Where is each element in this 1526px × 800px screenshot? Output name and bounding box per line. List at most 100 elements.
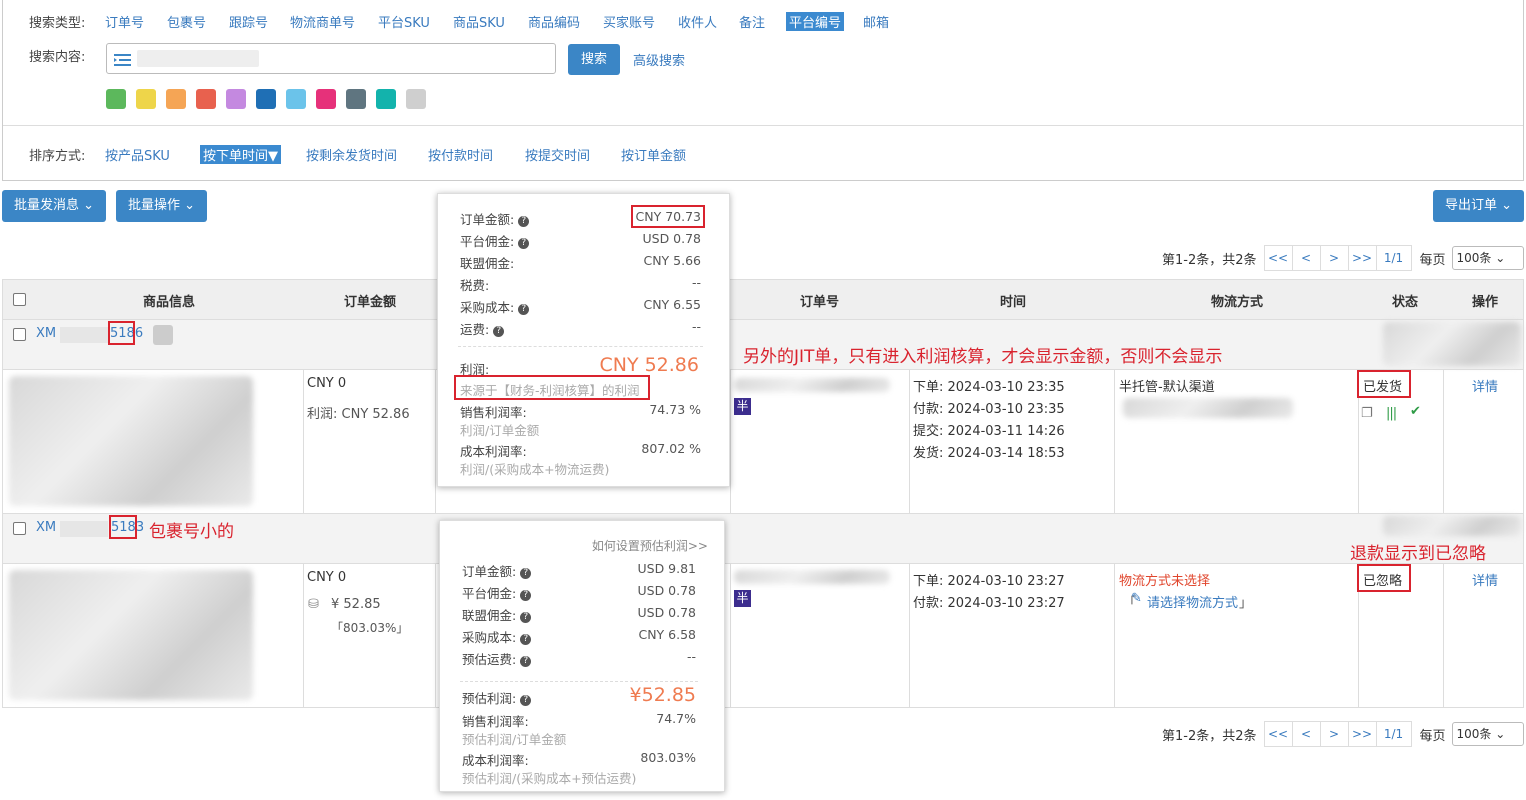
pager-prev[interactable]: < xyxy=(1291,245,1321,271)
color-tag-swatch[interactable] xyxy=(376,89,396,109)
edit-icon[interactable]: ✎ xyxy=(1131,591,1142,606)
pager-next[interactable]: > xyxy=(1319,721,1349,747)
batch-ops-button[interactable]: 批量操作 ⌄ xyxy=(116,190,207,222)
pager-prev[interactable]: < xyxy=(1291,721,1321,747)
search-type-email[interactable]: 邮箱 xyxy=(863,12,889,31)
breakdown-row: 运费:? -- xyxy=(438,319,729,339)
per-page-select[interactable]: 100条 ⌄ xyxy=(1451,722,1524,746)
per-page-label: 每页 xyxy=(1419,728,1446,744)
sort-by-payment-time[interactable]: 按付款时间 xyxy=(428,145,493,164)
pager-first[interactable]: << xyxy=(1263,721,1293,747)
per-page-value: 100条 xyxy=(1456,727,1492,741)
order-checkbox[interactable] xyxy=(13,522,26,535)
shipping-method: 半托管-默认渠道 xyxy=(1119,380,1215,395)
color-tag-swatch[interactable] xyxy=(406,89,426,109)
help-icon[interactable]: ? xyxy=(518,304,530,315)
order-checkbox[interactable] xyxy=(13,328,26,341)
breakdown-label: 采购成本:? xyxy=(460,297,530,316)
chevron-down-icon: ⌄ xyxy=(1495,727,1506,741)
header-actions: 操作 xyxy=(1472,295,1499,310)
search-type-buyer-account[interactable]: 买家账号 xyxy=(603,12,655,31)
color-tag-swatch[interactable] xyxy=(106,89,126,109)
help-icon[interactable]: ? xyxy=(493,326,505,337)
select-all-checkbox[interactable] xyxy=(13,293,26,306)
search-type-tracking-no[interactable]: 跟踪号 xyxy=(229,12,268,31)
search-type-label: 搜索类型: xyxy=(29,16,86,31)
barcode-icon[interactable]: ||| xyxy=(1386,406,1397,421)
search-button[interactable]: 搜索 xyxy=(568,44,620,75)
help-icon[interactable]: ? xyxy=(518,238,530,249)
annotation-jit-note: 另外的JIT单，只有进入利润核算，才会显示金额，否则不会显示 xyxy=(743,347,1223,367)
breakdown-label: 联盟佣金: xyxy=(460,256,515,271)
sort-by-product-sku[interactable]: 按产品SKU xyxy=(105,145,170,164)
per-page-select[interactable]: 100条 ⌄ xyxy=(1451,246,1524,270)
sort-by-order-time[interactable]: 按下单时间▼ xyxy=(200,145,281,164)
annotation-box-order-amount xyxy=(631,205,705,228)
tracking-redacted xyxy=(1123,398,1293,418)
order-id-prefix[interactable]: XM xyxy=(36,326,56,341)
pager-current-page: 1/1 xyxy=(1375,245,1412,271)
color-tag[interactable] xyxy=(153,325,173,345)
search-type-platform-sku[interactable]: 平台SKU xyxy=(378,12,430,31)
color-tag-swatch[interactable] xyxy=(226,89,246,109)
estimated-profit[interactable]: ¥ 52.85 xyxy=(331,597,381,612)
help-icon[interactable]: ? xyxy=(520,568,532,579)
color-tag-swatch[interactable] xyxy=(166,89,186,109)
order-id-prefix[interactable]: XM xyxy=(36,520,56,535)
breakdown-value: CNY 6.55 xyxy=(643,297,701,312)
color-tag-swatch[interactable] xyxy=(196,89,216,109)
search-type-product-code[interactable]: 商品编码 xyxy=(528,12,580,31)
sort-by-order-amount[interactable]: 按订单金额 xyxy=(621,145,686,164)
profit-popup: 订单金额:? CNY 70.73 平台佣金:? USD 0.78 联盟佣金: CNY 5.… xyxy=(437,193,730,487)
help-icon[interactable]: ? xyxy=(518,216,530,227)
color-tag-swatch[interactable] xyxy=(316,89,336,109)
how-to-set-link[interactable]: 如何设置预估利润>> xyxy=(592,537,708,554)
pager-next[interactable]: > xyxy=(1319,245,1349,271)
pager-last[interactable]: >> xyxy=(1347,245,1377,271)
breakdown-value: -- xyxy=(691,275,701,290)
pager-first[interactable]: << xyxy=(1263,245,1293,271)
choose-shipping-link[interactable]: 请选择物流方式 xyxy=(1147,592,1238,611)
search-input[interactable] xyxy=(106,43,556,74)
est-profit-value: ¥52.85 xyxy=(629,684,696,706)
search-type-product-sku[interactable]: 商品SKU xyxy=(453,12,505,31)
order-row: CNY 0 ⛁ ¥ 52.85 「803.03%」 半 下单: 2024-03-… xyxy=(3,564,1523,708)
help-icon[interactable]: ? xyxy=(520,656,532,667)
order-profit[interactable]: 利润: CNY 52.86 xyxy=(307,403,410,422)
sort-by-submit-time[interactable]: 按提交时间 xyxy=(525,145,590,164)
help-icon[interactable]: ? xyxy=(520,612,532,623)
details-link[interactable]: 详情 xyxy=(1472,570,1498,589)
search-type-platform-id[interactable]: 平台编号 xyxy=(786,12,845,31)
search-type-recipient[interactable]: 收件人 xyxy=(678,12,717,31)
details-link[interactable]: 详情 xyxy=(1472,376,1498,395)
help-icon[interactable]: ? xyxy=(520,634,532,645)
breakdown-value: USD 0.78 xyxy=(637,583,696,598)
order-no-redacted xyxy=(734,570,890,584)
estimated-profit-popup: 如何设置预估利润>> 订单金额:? USD 9.81 平台佣金:? USD 0.78 联… xyxy=(439,520,725,792)
pager-last[interactable]: >> xyxy=(1347,721,1377,747)
search-type-note[interactable]: 备注 xyxy=(739,12,765,31)
breakdown-value: CNY 6.58 xyxy=(638,627,696,642)
help-icon[interactable]: ? xyxy=(520,590,532,601)
time-paid: 付款: 2024-03-10 23:27 xyxy=(913,596,1065,611)
search-panel: 搜索类型: 订单号 包裹号 跟踪号 物流商单号 平台SKU 商品SKU 商品编码… xyxy=(2,0,1524,181)
search-content-label: 搜索内容: xyxy=(29,50,86,65)
color-tag-swatch[interactable] xyxy=(286,89,306,109)
help-icon[interactable]: ? xyxy=(520,695,532,706)
advanced-search-link[interactable]: 高级搜索 xyxy=(633,50,685,69)
color-tag-swatch[interactable] xyxy=(346,89,366,109)
copy-icon[interactable]: ❐ xyxy=(1361,406,1373,421)
check-icon[interactable]: ✔ xyxy=(1410,404,1421,419)
search-type-order-no[interactable]: 订单号 xyxy=(105,12,144,31)
breakdown-label: 税费: xyxy=(460,278,490,293)
search-type-logistics-no[interactable]: 物流商单号 xyxy=(290,12,355,31)
color-tag-swatch[interactable] xyxy=(136,89,156,109)
export-orders-button[interactable]: 导出订单 ⌄ xyxy=(1433,190,1524,222)
chevron-down-icon: ⌄ xyxy=(184,198,196,213)
search-type-package-no[interactable]: 包裹号 xyxy=(167,12,206,31)
batch-message-button[interactable]: 批量发消息 ⌄ xyxy=(2,190,106,222)
sort-by-remaining-ship-time[interactable]: 按剩余发货时间 xyxy=(306,145,397,164)
list-filter-icon[interactable] xyxy=(114,52,131,67)
color-tag-swatch[interactable] xyxy=(256,89,276,109)
breakdown-row: 采购成本:? CNY 6.55 xyxy=(438,297,729,317)
